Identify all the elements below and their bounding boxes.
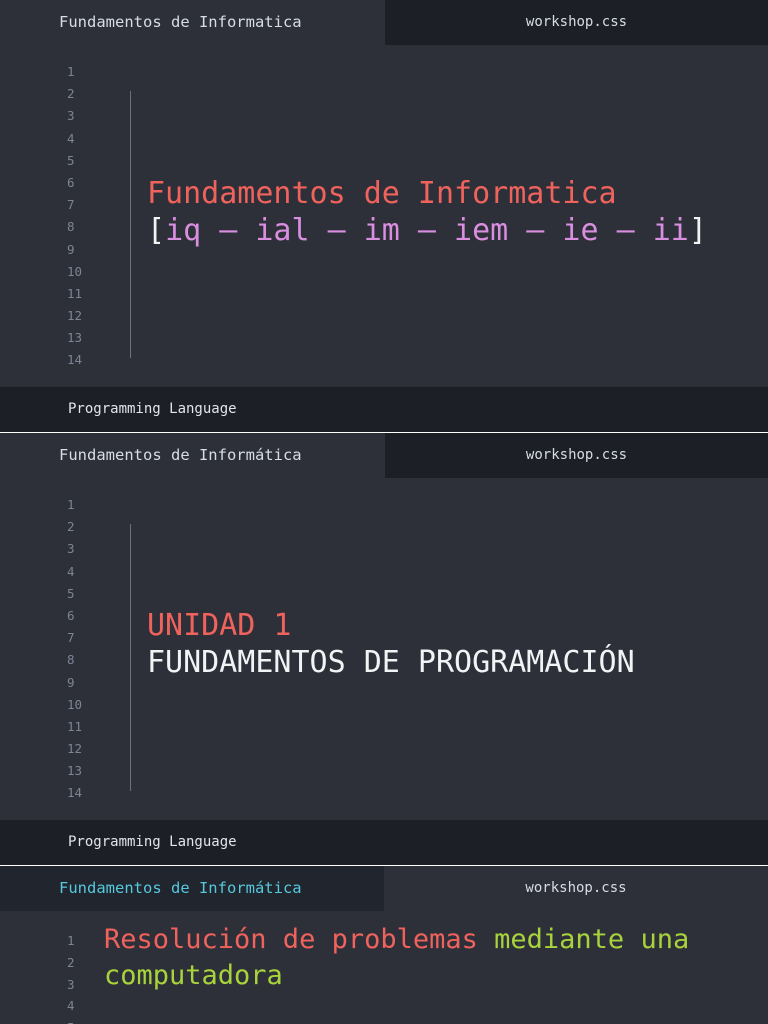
line-number: 12: [67, 308, 83, 324]
line-number: 10: [67, 263, 83, 279]
line-number: 13: [67, 330, 83, 346]
line-number: 2: [67, 954, 75, 970]
tab-file-workshop-css[interactable]: workshop.css: [385, 0, 768, 45]
line-number-gutter: 1 2 3 4 5 6 7 8 9 10 11 12 13 14: [0, 494, 86, 805]
indent-guide: [130, 524, 131, 791]
line-number: 1: [67, 933, 75, 948]
line-number: 3: [67, 108, 75, 124]
tab-bar: Fundamentos de Informatica workshop.css: [0, 0, 768, 45]
line-number: 6: [67, 607, 75, 623]
indent-guide: [130, 91, 131, 358]
line-number: 13: [67, 763, 83, 779]
slide-2: Fundamentos de Informática workshop.css …: [0, 433, 768, 865]
line-number: 4: [67, 563, 75, 579]
slide-3: Fundamentos de Informática workshop.css …: [0, 866, 768, 1024]
line-number: 14: [67, 352, 83, 368]
course-codes: iq — ial – im – iem – ie – ii: [165, 213, 689, 248]
tab-presentation-title[interactable]: Fundamentos de Informática: [0, 866, 384, 911]
slide-1: Fundamentos de Informatica workshop.css …: [0, 0, 768, 432]
line-number: 11: [67, 718, 83, 734]
slide-title-block: Fundamentos de Informatica [iq — ial – i…: [147, 175, 707, 250]
bracket-open: [: [147, 213, 166, 248]
line-number: 8: [67, 652, 75, 668]
footer-bar: Programming Language: [0, 820, 768, 865]
line-number: 10: [67, 696, 83, 712]
tab-file-workshop-css[interactable]: workshop.css: [385, 433, 768, 478]
line-number: 5: [0, 1017, 86, 1024]
line-number: 3: [67, 976, 75, 992]
tab-bar: Fundamentos de Informática workshop.css: [0, 866, 768, 911]
line-number: 12: [67, 741, 83, 757]
tab-bar: Fundamentos de Informática workshop.css: [0, 433, 768, 478]
slide-heading: Resolución de problemas mediante una com…: [104, 922, 744, 994]
line-number-gutter: 1 2 3 4 5: [0, 930, 86, 1024]
line-number: 1: [67, 497, 75, 512]
line-number: 3: [67, 541, 75, 557]
line-number: 9: [67, 241, 75, 257]
slide-title: Fundamentos de Informatica: [147, 176, 617, 211]
line-number: 2: [67, 86, 75, 102]
line-number: 5: [67, 585, 75, 601]
line-number: 2: [67, 519, 75, 535]
tab-file-workshop-css[interactable]: workshop.css: [384, 866, 768, 911]
unit-label: UNIDAD 1: [147, 608, 292, 643]
unit-title: FUNDAMENTOS DE PROGRAMACIÓN: [147, 645, 635, 680]
line-number: 7: [67, 630, 75, 646]
line-number-gutter: 1 2 3 4 5 6 7 8 9 10 11 12 13 14: [0, 61, 86, 372]
footer-label: Programming Language: [68, 401, 237, 417]
footer-label: Programming Language: [68, 834, 237, 850]
line-number: 11: [67, 285, 83, 301]
line-number: 1: [67, 64, 75, 79]
heading-red-part: Resolución de problemas: [104, 924, 478, 955]
line-number: 6: [67, 174, 75, 190]
line-number: 4: [67, 130, 75, 146]
line-number: 5: [67, 152, 75, 168]
tab-presentation-title[interactable]: Fundamentos de Informática: [0, 433, 385, 478]
slide-subtitle: [iq — ial – im – iem – ie – ii]: [147, 212, 707, 250]
footer-bar: Programming Language: [0, 387, 768, 432]
tab-presentation-title[interactable]: Fundamentos de Informatica: [0, 0, 385, 45]
line-number: 8: [67, 219, 75, 235]
line-number: 9: [67, 674, 75, 690]
line-number: 14: [67, 785, 83, 801]
slide-title-block: UNIDAD 1 FUNDAMENTOS DE PROGRAMACIÓN: [147, 607, 635, 682]
line-number: 4: [67, 998, 75, 1014]
bracket-close: ]: [688, 213, 707, 248]
line-number: 7: [67, 197, 75, 213]
